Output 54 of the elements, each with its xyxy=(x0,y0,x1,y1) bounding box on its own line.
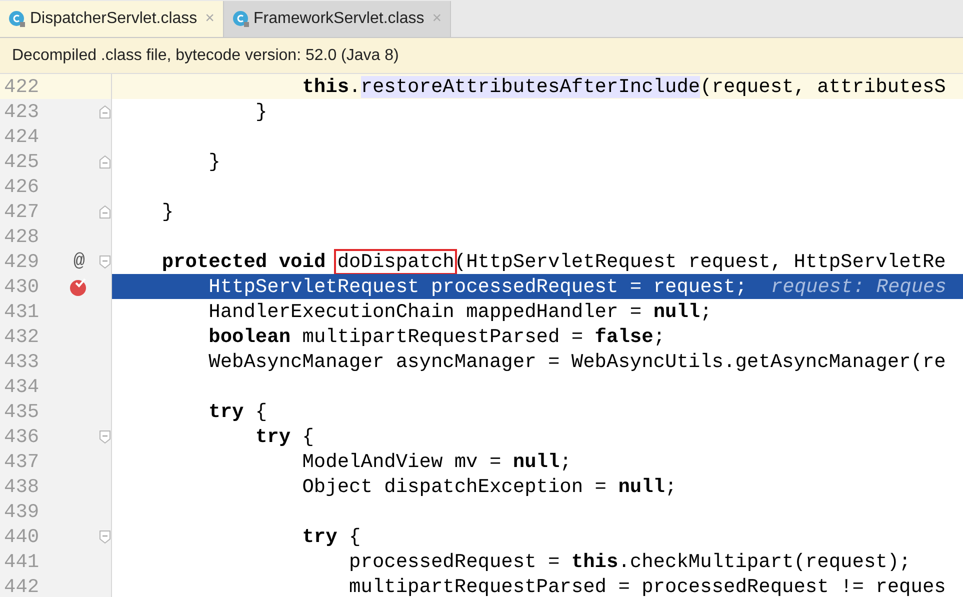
line-number: 431 xyxy=(4,300,40,322)
line-number: 422 xyxy=(4,76,40,98)
code-text: Object dispatchException = null; xyxy=(302,476,677,498)
tab-label: DispatcherServlet.class xyxy=(30,9,198,29)
line-number: 437 xyxy=(4,450,40,472)
code-text: try { xyxy=(208,400,268,422)
line-number: 441 xyxy=(4,550,40,572)
fold-icon[interactable] xyxy=(99,204,111,218)
code-text: HttpServletRequest processedRequest = request; xyxy=(208,276,747,298)
code-text: multipartRequestParsed = processedRequest != reques xyxy=(349,576,946,597)
line-number: 438 xyxy=(4,476,40,498)
code-text: HandlerExecutionChain mappedHandler = null; xyxy=(208,300,712,322)
code-text: WebAsyncManager asyncManager = WebAsyncUtils.getAsyncManager(re xyxy=(208,350,946,372)
line-number: 426 xyxy=(4,176,40,198)
line-number: 435 xyxy=(4,400,40,422)
inline-hint: request: Reques xyxy=(770,276,946,298)
notice-text: Decompiled .class file, bytecode version: 52.0 (Java 8) xyxy=(12,46,399,66)
line-number: 442 xyxy=(4,576,40,597)
code-text: } xyxy=(255,100,268,122)
tab-label: FrameworkServlet.class xyxy=(254,9,424,29)
line-number: 423 xyxy=(4,100,40,122)
line-number: 429 xyxy=(4,250,40,272)
usage-highlight: restoreAttributesAfterInclude xyxy=(360,76,700,98)
line-number: 439 xyxy=(4,500,40,522)
fold-icon[interactable] xyxy=(99,530,111,544)
class-file-icon xyxy=(232,10,250,28)
code-text: protected void xyxy=(162,250,327,272)
code-text: ModelAndView mv = null; xyxy=(302,450,572,472)
line-number: 430 xyxy=(4,276,40,298)
code-text: (request, attributesS xyxy=(700,76,946,98)
line-number: 424 xyxy=(4,126,40,148)
class-file-icon xyxy=(8,10,26,28)
code-text: processedRequest = this.checkMultipart(request); xyxy=(349,550,911,572)
code-text: } xyxy=(162,200,174,222)
code-text: boolean multipartRequestParsed = false; xyxy=(208,326,666,348)
line-number: 433 xyxy=(4,350,40,372)
code-text: this. xyxy=(302,76,361,98)
code-text: try { xyxy=(255,426,314,448)
code-text: } xyxy=(208,150,220,172)
editor-tab[interactable]: FrameworkServlet.class × xyxy=(224,1,451,37)
fold-icon[interactable] xyxy=(99,104,111,118)
code-text: try { xyxy=(302,526,361,548)
line-number: 440 xyxy=(4,526,40,548)
line-number: 425 xyxy=(4,150,40,172)
line-number: 428 xyxy=(4,226,40,248)
fold-icon[interactable] xyxy=(99,430,111,444)
fold-icon[interactable] xyxy=(99,154,111,168)
fold-icon[interactable] xyxy=(99,254,111,268)
line-number: 432 xyxy=(4,326,40,348)
editor-tab[interactable]: DispatcherServlet.class × xyxy=(0,1,224,37)
line-number: 427 xyxy=(4,200,40,222)
line-number: 436 xyxy=(4,426,40,448)
line-number: 434 xyxy=(4,376,40,398)
override-marker: @ xyxy=(74,252,85,271)
